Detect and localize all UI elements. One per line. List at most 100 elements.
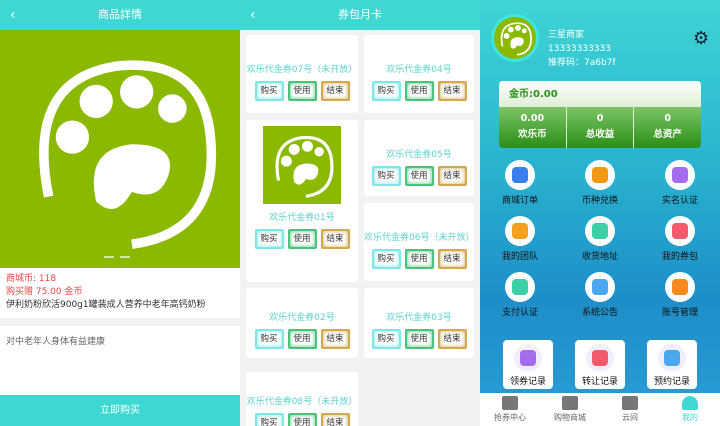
product-image <box>0 30 240 268</box>
record-button[interactable]: 领券记录 <box>503 340 553 389</box>
menu-label: 实名认证 <box>661 196 698 206</box>
home-icon <box>502 396 518 410</box>
use-button[interactable]: 使用 <box>404 81 434 101</box>
coupon-name: 欢乐代金券01号 <box>269 213 335 223</box>
stat-item[interactable]: 0 总收益 <box>567 107 635 148</box>
buy-button[interactable]: 购买 <box>254 329 284 349</box>
end-button[interactable]: 结束 <box>320 413 350 426</box>
record-label: 转让记录 <box>581 377 618 387</box>
payment-icon <box>505 272 535 302</box>
menu-label: 支付认证 <box>501 308 538 318</box>
menu-label: 商城订单 <box>501 196 538 206</box>
address-icon <box>585 216 615 246</box>
coupon-name: 欢乐代金券06号（未开放） <box>364 233 474 243</box>
gear-icon[interactable]: ⚙ <box>693 28 709 49</box>
menu-label: 收货地址 <box>581 252 618 262</box>
coupon-name: 欢乐代金券02号 <box>269 313 335 323</box>
menu-label: 币种兑换 <box>581 196 618 206</box>
use-button[interactable]: 使用 <box>287 229 317 249</box>
fire-icon <box>586 344 614 372</box>
end-button[interactable]: 结束 <box>320 329 350 349</box>
avatar[interactable] <box>494 17 536 59</box>
use-button[interactable]: 使用 <box>404 166 434 186</box>
notice-icon <box>585 272 615 302</box>
exchange-icon <box>585 160 615 190</box>
use-button[interactable]: 使用 <box>404 249 434 269</box>
menu-item[interactable]: 我的券包 <box>640 216 720 262</box>
wallet-card: 金币:0.00 0.00 欢乐币 0 总收益 0 总资产 <box>499 81 701 148</box>
page-title: 券包月卡 <box>338 8 382 21</box>
use-button[interactable]: 使用 <box>287 413 317 426</box>
coupon-card[interactable]: 欢乐代金券06号（未开放） 购买 使用 结束 <box>364 203 474 281</box>
share-icon <box>622 396 638 410</box>
tab-item[interactable]: 抢券中心 <box>480 393 540 426</box>
alarm-icon <box>514 344 542 372</box>
buy-button[interactable]: 购买 <box>371 166 401 186</box>
coupon-card[interactable]: 欢乐代金券03号 购买 使用 结束 <box>364 288 474 358</box>
coupon-card[interactable]: 欢乐代金券07号（未开放） 购买 使用 结束 <box>246 35 358 113</box>
menu-label: 我的券包 <box>661 252 698 262</box>
menu-item[interactable]: 币种兑换 <box>560 160 640 206</box>
menu-item[interactable]: 账号管理 <box>640 272 720 318</box>
buy-button[interactable]: 购买 <box>371 81 401 101</box>
tab-item[interactable]: 我的 <box>660 393 720 426</box>
stat-label: 总收益 <box>585 129 615 140</box>
coupon-card[interactable]: 欢乐代金券02号 购买 使用 结束 <box>246 288 358 358</box>
menu-label: 账号管理 <box>661 308 698 318</box>
buy-button[interactable]: 购买 <box>254 413 284 426</box>
stat-label: 总资产 <box>653 129 682 140</box>
use-button[interactable]: 使用 <box>287 329 317 349</box>
buy-button[interactable]: 购买 <box>371 249 401 269</box>
user-name: 三星商家 <box>548 30 585 40</box>
end-button[interactable]: 结束 <box>437 329 467 349</box>
product-detail-panel: ‹ 商品詳情 商城币: 118 购买赠 75.00 金币 伊利奶粉欣活900g1… <box>0 0 240 426</box>
back-icon[interactable]: ‹ <box>250 0 256 30</box>
coupon-card[interactable]: 欢乐代金券01号 购买 使用 结束 <box>246 120 358 282</box>
page-title: 商品詳情 <box>98 8 142 21</box>
coupon-name: 欢乐代金券08号（未开放） <box>246 397 358 407</box>
user-phone: 13333333333 <box>548 44 611 54</box>
stat-value: 0 <box>664 113 671 124</box>
tab-label: 我的 <box>682 413 698 422</box>
stat-value: 0 <box>596 113 604 124</box>
carousel-dots[interactable] <box>104 256 130 258</box>
end-button[interactable]: 结束 <box>437 249 467 269</box>
menu-item[interactable]: 商城订单 <box>480 160 560 206</box>
coupon-wallet-icon <box>665 216 695 246</box>
end-button[interactable]: 结束 <box>437 81 467 101</box>
menu-item[interactable]: 系统公告 <box>560 272 640 318</box>
coupon-name: 欢乐代金券04号 <box>386 65 452 75</box>
use-button[interactable]: 使用 <box>404 329 434 349</box>
buy-now-button[interactable]: 立即购买 <box>0 395 240 426</box>
menu-item[interactable]: 收货地址 <box>560 216 640 262</box>
back-icon[interactable]: ‹ <box>10 0 16 30</box>
cart-icon <box>562 396 578 410</box>
record-button[interactable]: 预约记录 <box>647 340 697 389</box>
team-icon <box>505 216 535 246</box>
end-button[interactable]: 结束 <box>437 166 467 186</box>
stat-item[interactable]: 0.00 欢乐币 <box>499 107 567 148</box>
menu-item[interactable]: 支付认证 <box>480 272 560 318</box>
buy-button[interactable]: 购买 <box>254 81 284 101</box>
stat-label: 欢乐币 <box>518 129 547 140</box>
order-icon <box>505 160 535 190</box>
buy-button[interactable]: 购买 <box>254 229 284 249</box>
coupon-card[interactable]: 欢乐代金券04号 购买 使用 结束 <box>364 35 474 113</box>
coupon-panel: ‹ 券包月卡 欢乐代金券07号（未开放） 购买 使用 结束 欢乐代金券04号 购买 使用… <box>240 0 480 426</box>
profile-panel: 三星商家 13333333333 推荐码：7a6b7f ⚙ 金币:0.00 0.… <box>480 0 720 426</box>
menu-item[interactable]: 我的团队 <box>480 216 560 262</box>
use-button[interactable]: 使用 <box>287 81 317 101</box>
menu-item[interactable]: 实名认证 <box>640 160 720 206</box>
tab-item[interactable]: 购物商城 <box>540 393 600 426</box>
menu-label: 系统公告 <box>581 308 618 318</box>
stat-item[interactable]: 0 总资产 <box>634 107 701 148</box>
referral-code: 推荐码：7a6b7f <box>548 58 616 68</box>
end-button[interactable]: 结束 <box>320 229 350 249</box>
record-button[interactable]: 转让记录 <box>575 340 625 389</box>
buy-button[interactable]: 购买 <box>371 329 401 349</box>
end-button[interactable]: 结束 <box>320 81 350 101</box>
header: ‹ 券包月卡 <box>240 0 480 30</box>
coupon-card[interactable]: 欢乐代金券05号 购买 使用 结束 <box>364 120 474 196</box>
tab-item[interactable]: 云间 <box>600 393 660 426</box>
coupon-card[interactable]: 欢乐代金券08号（未开放） 购买 使用 结束 <box>246 372 358 426</box>
